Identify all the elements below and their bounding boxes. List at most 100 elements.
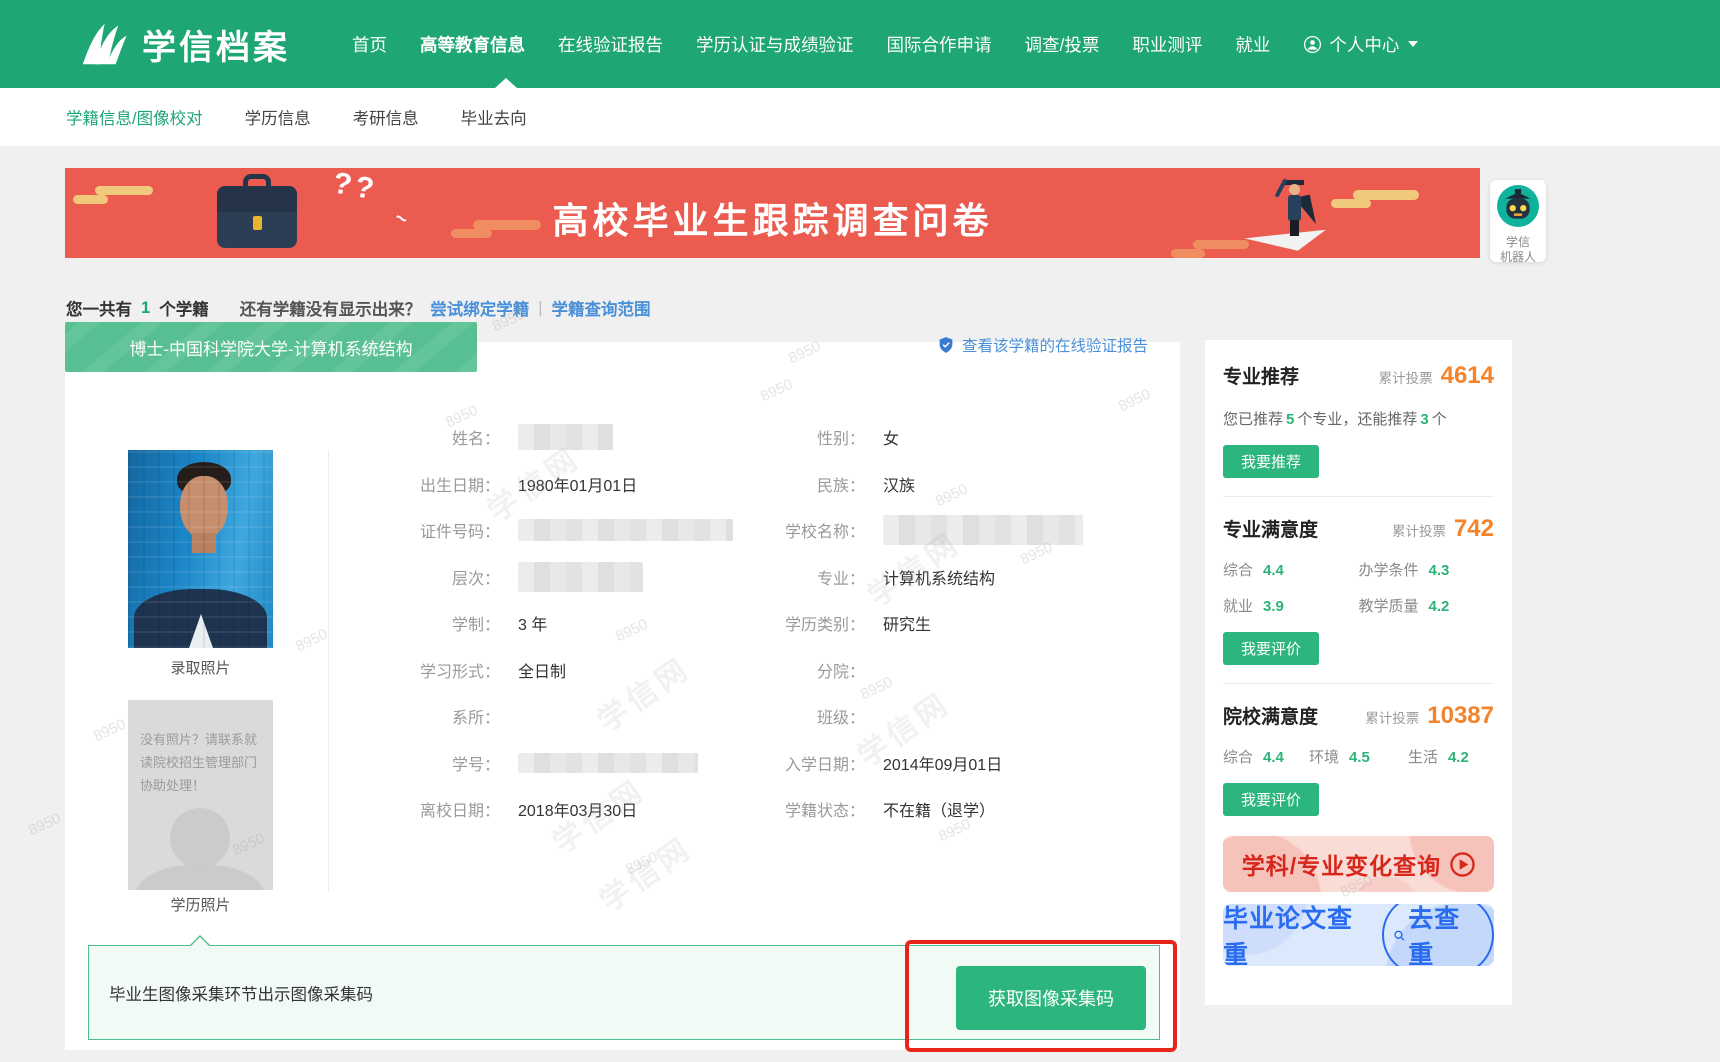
sidebar: 专业推荐 累计投票 4614 您已推荐5个专业，还能推荐3个 我要推荐 专业满意… [1205,340,1512,1005]
user-menu[interactable]: 个人中心 [1303,32,1418,57]
votes-label: 累计投票 [1392,520,1446,540]
logo-text: 学信档案 [142,20,290,69]
field-label-ethnic: 民族： [755,472,865,496]
votes-label: 累计投票 [1365,707,1419,727]
admission-photo-label: 录取照片 [128,657,273,678]
rating-item: 办学条件4.3 [1359,559,1495,580]
shield-icon [937,336,955,354]
nav-item-online-verification[interactable]: 在线验证报告 [558,32,663,57]
record-tab[interactable]: 博士-中国科学院大学-计算机系统结构 [65,322,477,372]
get-collection-code-button[interactable]: 获取图像采集码 [956,966,1146,1030]
rating-item: 生活4.2 [1408,746,1494,767]
rating-item: 就业3.9 [1223,595,1359,616]
field-label-level: 层次： [300,565,500,589]
field-value-study-form: 全日制 [500,658,755,682]
votes-label: 累计投票 [1379,367,1433,387]
nav-item-higher-education[interactable]: 高等教育信息 [420,32,525,57]
field-label-status: 学籍状态： [755,797,865,821]
query-range-link[interactable]: 学籍查询范围 [551,296,650,320]
field-value-birth: 1980年01月01日 [500,472,755,496]
redacted-value [518,753,698,773]
field-value-school [865,515,1160,545]
degree-photo-label: 学历照片 [128,894,273,915]
rating-item: 环境4.5 [1309,746,1408,767]
rate-school-button[interactable]: 我要评价 [1223,783,1319,816]
field-value-level [500,562,755,592]
nav-item-employment[interactable]: 就业 [1235,32,1270,57]
main-nav: 首页 高等教育信息 在线验证报告 学历认证与成绩验证 国际合作申请 调查/投票 … [352,0,1418,88]
field-label-school: 学校名称： [755,518,865,542]
tab-enrollment-image-check[interactable]: 学籍信息/图像校对 [66,105,203,129]
redacted-value [518,519,733,541]
field-label-major: 专业： [755,565,865,589]
field-value-leave-date: 2018年03月30日 [500,797,755,821]
pixelation-overlay [128,450,273,648]
section-title: 院校满意度 [1223,702,1318,729]
thesis-check-banner[interactable]: 毕业论文查重 去查重 [1223,904,1494,966]
tab-education-info[interactable]: 学历信息 [245,105,311,129]
summary-prefix: 您一共有 [66,296,132,320]
school-satisfaction-ratings: 综合4.4 环境4.5 生活4.2 [1223,746,1494,767]
nav-item-home[interactable]: 首页 [352,32,387,57]
robot-widget[interactable]: 学信 机器人 [1490,180,1546,262]
rating-item: 教学质量4.2 [1359,595,1495,616]
nav-item-credential-verification[interactable]: 学历认证与成绩验证 [696,32,854,57]
banner-title: 高校毕业生跟踪调查问卷 [65,192,1480,244]
field-label-class: 班级： [755,704,865,728]
rating-item: 综合4.4 [1223,746,1309,767]
student-record-card: 博士-中国科学院大学-计算机系统结构 查看该学籍的在线验证报告 录取照片 没有照… [65,342,1180,1050]
field-value-edu-type: 研究生 [865,611,1160,635]
admission-photo [128,450,273,648]
user-menu-label: 个人中心 [1329,32,1399,57]
person-silhouette-icon [170,808,230,868]
field-label-student-no: 学号： [300,751,500,775]
verification-report-link[interactable]: 查看该学籍的在线验证报告 [937,334,1148,356]
field-value-student-no [500,753,755,773]
nav-item-survey-vote[interactable]: 调查/投票 [1025,32,1100,57]
verification-report-label: 查看该学籍的在线验证报告 [962,334,1148,356]
chevron-down-icon [1408,41,1418,47]
watermark: 8950 [26,810,63,840]
subject-change-query-banner[interactable]: 学科/专业变化查询 [1223,836,1494,892]
survey-banner[interactable]: ?? ~ 高校毕业生跟踪调查问卷 [65,168,1480,258]
magnifier-icon [1393,929,1405,942]
page: 学信档案 首页 高等教育信息 在线验证报告 学历认证与成绩验证 国际合作申请 调… [0,0,1720,1062]
nav-item-international-cooperation[interactable]: 国际合作申请 [887,32,992,57]
subject-change-query-label: 学科/专业变化查询 [1242,847,1441,881]
field-label-edu-type: 学历类别： [755,611,865,635]
summary-row: 您一共有 1 个学籍 还有学籍没有显示出来？ 尝试绑定学籍 | 学籍查询范围 [66,296,650,320]
logo[interactable]: 学信档案 [76,0,290,88]
field-value-gender: 女 [865,425,1160,449]
rating-item: 综合4.4 [1223,559,1359,580]
field-value-name [500,424,755,450]
section-title: 专业满意度 [1223,515,1318,542]
field-label-branch: 分院： [755,658,865,682]
bind-record-link[interactable]: 尝试绑定学籍 [430,296,529,320]
summary-question: 还有学籍没有显示出来？ [240,296,422,320]
student-info-form: 姓名： 性别： 女 出生日期： 1980年01月01日 民族： 汉族 证件号码：… [300,414,1160,833]
field-value-ethnic: 汉族 [865,472,1160,496]
logo-icon [76,20,130,68]
school-satisfaction-header: 院校满意度 累计投票 10387 [1223,702,1494,730]
field-label-enroll-date: 入学日期： [755,751,865,775]
votes-count: 4614 [1441,362,1494,390]
field-label-duration: 学制： [300,611,500,635]
person-silhouette-icon [136,864,264,890]
top-header: 学信档案 首页 高等教育信息 在线验证报告 学历认证与成绩验证 国际合作申请 调… [0,0,1720,88]
tab-postgraduate-info[interactable]: 考研信息 [353,105,419,129]
tab-graduation-destination[interactable]: 毕业去向 [461,105,527,129]
sub-nav: 学籍信息/图像校对 学历信息 考研信息 毕业去向 [0,88,1720,146]
robot-label: 学信 机器人 [1490,235,1546,265]
field-label-study-form: 学习形式： [300,658,500,682]
go-check-button[interactable]: 去查重 [1382,904,1494,966]
rate-major-button[interactable]: 我要评价 [1223,632,1319,665]
collection-text: 毕业生图像采集环节出示图像采集码 [109,981,373,1005]
user-icon [1303,35,1322,54]
degree-photo-placeholder: 没有照片？请联系就读院校招生管理部门协助处理！ [128,700,273,890]
redacted-value [518,424,613,450]
nav-item-career-test[interactable]: 职业测评 [1132,32,1202,57]
arrow-circle-icon [1450,852,1475,877]
recommend-button[interactable]: 我要推荐 [1223,445,1319,478]
redacted-value [883,515,1083,545]
active-nav-pointer [495,78,517,88]
